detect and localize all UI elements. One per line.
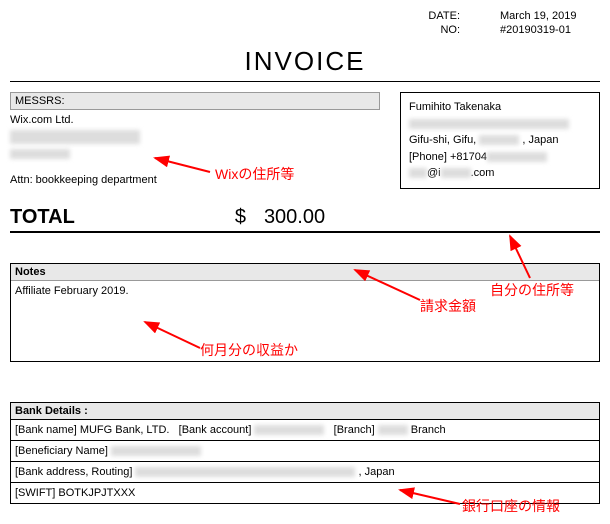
bank-row-3: [Bank address, Routing] , Japan bbox=[11, 462, 599, 483]
sender-city-suffix: , Japan bbox=[522, 134, 558, 146]
sender-name: Fumihito Takenaka bbox=[409, 99, 591, 116]
sender-email-suffix: .com bbox=[471, 167, 495, 179]
invoice-no-row: NO: #20190319-01 bbox=[10, 24, 600, 36]
recipient-address-redacted-2 bbox=[10, 148, 380, 160]
recipient-block: MESSRS: Wix.com Ltd. Attn: bookkeeping d… bbox=[10, 92, 380, 190]
bank-account-label: [Bank account] bbox=[179, 424, 252, 436]
bank-row-2: [Beneficiary Name] bbox=[11, 441, 599, 462]
messrs-header: MESSRS: bbox=[10, 92, 380, 110]
sender-email-mid: @i bbox=[427, 167, 441, 179]
parties-section: MESSRS: Wix.com Ltd. Attn: bookkeeping d… bbox=[10, 92, 600, 190]
recipient-address-redacted bbox=[10, 130, 380, 144]
notes-body: Affiliate February 2019. bbox=[11, 281, 599, 361]
no-value: #20190319-01 bbox=[500, 24, 600, 36]
bank-branch-label: [Branch] bbox=[334, 424, 375, 436]
sender-email-line: @i .com bbox=[409, 165, 591, 182]
sender-address-redacted bbox=[409, 116, 591, 133]
sender-phone-line: [Phone] +81704 bbox=[409, 149, 591, 166]
sender-city-line: Gifu-shi, Gifu, , Japan bbox=[409, 132, 591, 149]
bank-header: Bank Details : bbox=[11, 403, 599, 420]
bank-row-1: [Bank name] MUFG Bank, LTD. [Bank accoun… bbox=[11, 420, 599, 441]
date-value: March 19, 2019 bbox=[500, 10, 600, 22]
date-label: DATE: bbox=[400, 10, 460, 22]
invoice-date-row: DATE: March 19, 2019 bbox=[10, 10, 600, 22]
no-label: NO: bbox=[400, 24, 460, 36]
bank-branch-suffix: Branch bbox=[411, 424, 446, 436]
sender-city-prefix: Gifu-shi, Gifu, bbox=[409, 134, 476, 146]
bank-row-4: [SWIFT] BOTKJPJTXXX bbox=[11, 483, 599, 504]
swift-line: [SWIFT] BOTKJPJTXXX bbox=[15, 487, 135, 499]
bank-details-box: Bank Details : [Bank name] MUFG Bank, LT… bbox=[10, 402, 600, 504]
recipient-attn: Attn: bookkeeping department bbox=[10, 174, 380, 186]
bank-address-suffix: , Japan bbox=[359, 466, 395, 478]
total-label: TOTAL bbox=[10, 206, 75, 229]
beneficiary-label: [Beneficiary Name] bbox=[15, 445, 108, 457]
title-rule bbox=[10, 81, 600, 82]
title-wrap: INVOICE bbox=[10, 46, 600, 77]
bank-address-label: [Bank address, Routing] bbox=[15, 466, 132, 478]
sender-block: Fumihito Takenaka Gifu-shi, Gifu, , Japa… bbox=[400, 92, 600, 189]
recipient-name: Wix.com Ltd. bbox=[10, 114, 380, 126]
bank-name: [Bank name] MUFG Bank, LTD. bbox=[15, 424, 169, 436]
sender-phone-prefix: [Phone] +81704 bbox=[409, 151, 487, 163]
total-amount: 300.00 bbox=[264, 206, 325, 229]
notes-box: Notes Affiliate February 2019. bbox=[10, 263, 600, 362]
total-row: TOTAL $ 300.00 bbox=[10, 204, 600, 233]
notes-header: Notes bbox=[11, 264, 599, 281]
total-currency: $ bbox=[235, 206, 246, 229]
invoice-title: INVOICE bbox=[245, 46, 366, 77]
